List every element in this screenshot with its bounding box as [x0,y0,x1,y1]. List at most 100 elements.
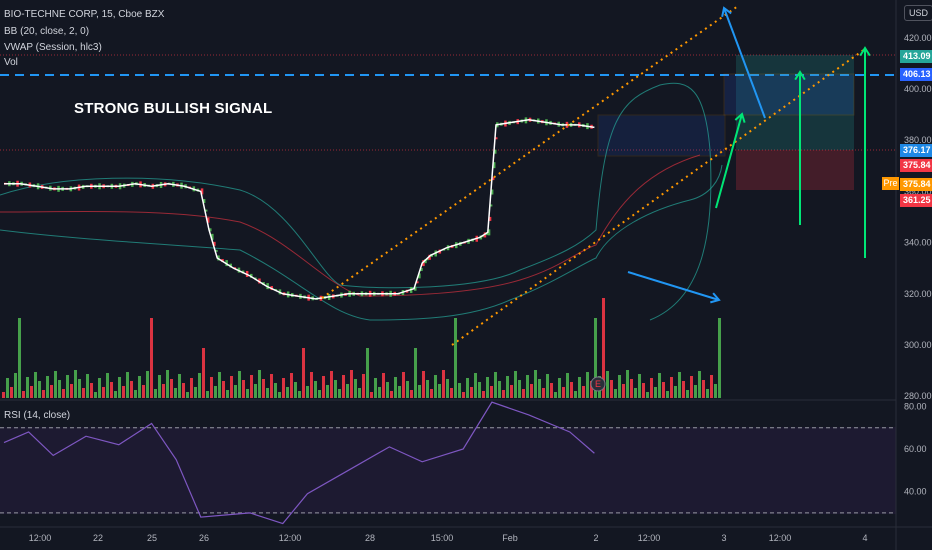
volume-bar [50,385,53,398]
volume-bar [714,384,717,398]
volume-bar [70,384,73,398]
volume-bar [238,371,241,398]
volume-bar [358,388,361,398]
volume-bar [374,378,377,398]
volume-bar [62,389,65,398]
volume-bar [274,383,277,398]
volume-bar [258,370,261,398]
volume-bar [178,374,181,398]
volume-bar [266,388,269,398]
price-tick-label: 420.00 [904,33,932,43]
volume-bar [426,380,429,398]
volume-bar [362,374,365,398]
volume-bar [286,387,289,398]
price-chart[interactable]: 280.00300.00320.00340.00360.00380.00400.… [0,0,932,550]
volume-bar [582,386,585,398]
volume-bar [190,378,193,398]
volume-bar [474,373,477,398]
price-badge: 406.13 [900,68,932,81]
price-tick-label: 340.00 [904,238,932,248]
volume-bar [42,390,45,398]
rsi-axis: 40.00 60.00 80.00 [904,401,927,496]
volume-bar [254,384,257,398]
volume-bar [574,391,577,398]
volume-bar [134,390,137,398]
volume-bar [262,379,265,398]
volume-bar [394,377,397,398]
volume-bar [618,375,621,398]
time-tick-label: 12:00 [29,533,52,543]
volume-bar [418,385,421,398]
bb-indicator-label[interactable]: BB (20, close, 2, 0) [4,26,89,37]
volume-bar [382,373,385,398]
volume-bar [210,377,213,398]
volume-bar [622,384,625,398]
volume-bar [366,348,369,398]
volume-bar [562,387,565,398]
time-tick-label: 4 [862,533,867,543]
volume-bar [182,383,185,398]
volume-bar [278,392,281,398]
volume-bar [118,377,121,398]
price-tick-label: 400.00 [904,84,932,94]
time-tick-label: 25 [147,533,157,543]
volume-bar [510,385,513,398]
time-axis: 12:00 22 25 26 12:00 28 15:00 Feb 2 12:00 3 12:00 4 [29,533,868,543]
time-tick-label: 12:00 [638,533,661,543]
volume-bar [450,388,453,398]
volume-bar [422,371,425,398]
volume-bar [78,379,81,398]
volume-bar [466,378,469,398]
volume-bar [438,384,441,398]
volume-bar [494,372,497,398]
volume-bar [538,379,541,398]
price-badge: 375.84 [900,178,932,191]
volume-bar [634,388,637,398]
vwap-indicator-label[interactable]: VWAP (Session, hlc3) [4,42,102,53]
volume-bar [666,391,669,398]
volume-bar [142,385,145,398]
volume-bar [18,318,21,398]
symbol-title[interactable]: BIO-TECHNE CORP, 15, Cboe BZX [4,9,164,20]
time-tick-label: 12:00 [279,533,302,543]
volume-bar [522,389,525,398]
volume-bar [170,379,173,398]
pre-market-tag: Pre [882,177,899,190]
volume-bar [38,381,41,398]
volume-bar [306,386,309,398]
price-badge: 413.09 [900,50,932,63]
volume-bar [214,386,217,398]
volume-bar [370,392,373,398]
volume-bar [174,388,177,398]
time-tick-label: Feb [502,533,518,543]
rsi-pane-label[interactable]: RSI (14, close) [4,410,70,421]
volume-bar [30,386,33,398]
volume-bar [342,375,345,398]
volume-bar [454,318,457,398]
volume-bar [462,392,465,398]
volume-bar [218,372,221,398]
volume-indicator-label[interactable]: Vol [4,57,18,68]
time-tick-label: 2 [593,533,598,543]
price-tick-label: 280.00 [904,391,932,401]
volume-bar [138,376,141,398]
volume-bar [322,376,325,398]
currency-button[interactable]: USD [904,5,932,21]
volume-bar [250,375,253,398]
volume-bar [678,372,681,398]
volume-bar [566,373,569,398]
volume-bar [234,385,237,398]
volume-bar [398,386,401,398]
volume-bar [350,370,353,398]
volume-bar [230,376,233,398]
volume-bar [610,380,613,398]
volume-bar [318,390,321,398]
volume-bar [514,371,517,398]
volume-bar [710,375,713,398]
volume-bar [290,373,293,398]
time-tick-label: 15:00 [431,533,454,543]
time-tick-label: 26 [199,533,209,543]
volume-bar [506,376,509,398]
volume-bar [166,370,169,398]
volume-bar [698,371,701,398]
